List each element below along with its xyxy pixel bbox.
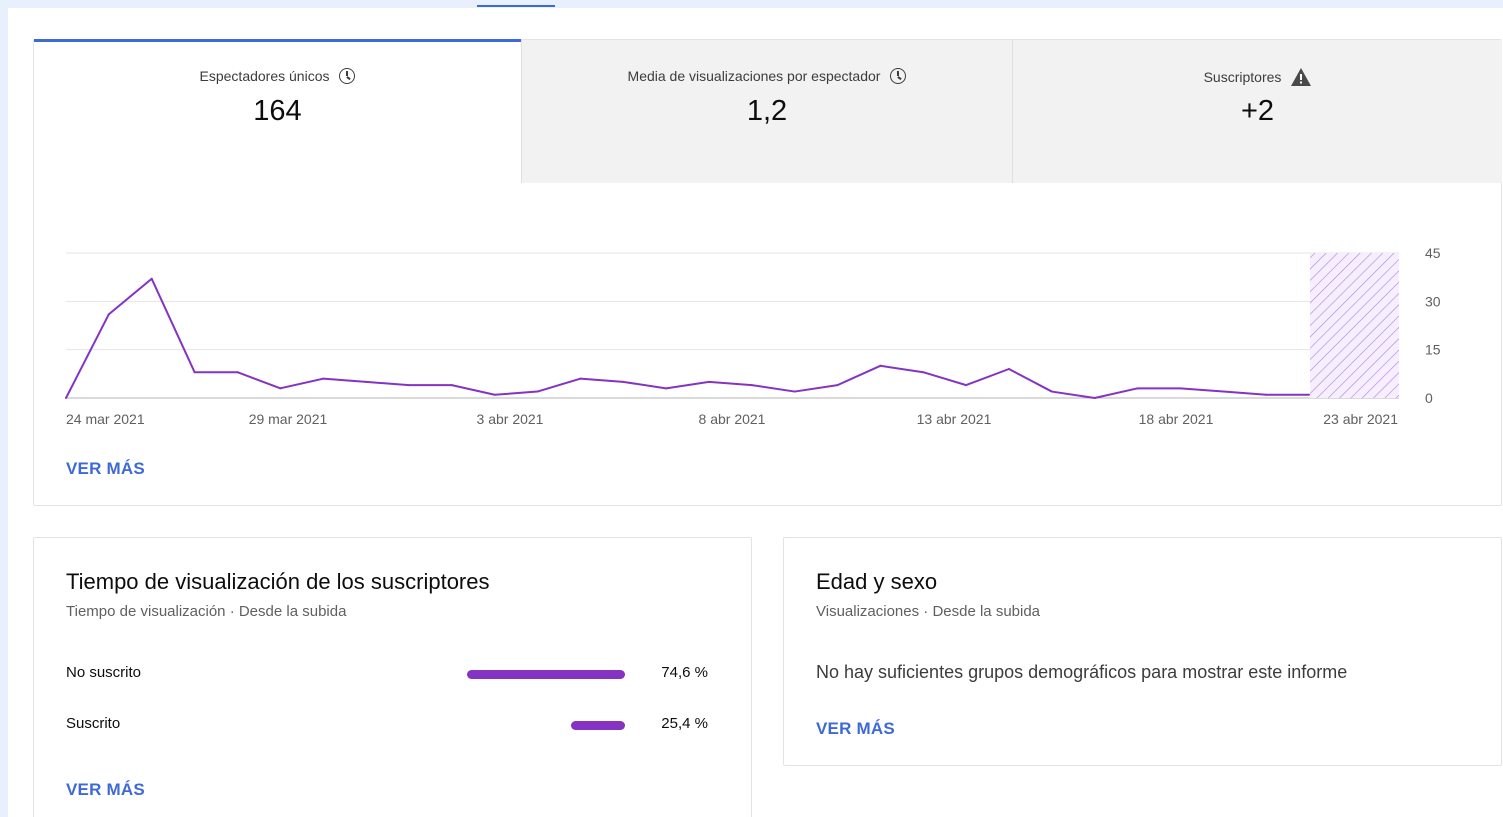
- data-point: [1222, 390, 1225, 393]
- bar-subscribed: [571, 721, 625, 730]
- see-more-link[interactable]: VER MÁS: [816, 719, 895, 739]
- data-point: [1308, 393, 1310, 396]
- data-point: [536, 390, 539, 393]
- data-point: [279, 387, 282, 390]
- card-title: Tiempo de visualización de los suscripto…: [66, 569, 490, 594]
- x-tick-label: 8 abr 2021: [699, 411, 766, 427]
- x-tick-label: 29 mar 2021: [249, 411, 328, 427]
- data-point: [365, 380, 368, 383]
- data-point: [793, 390, 796, 393]
- data-point: [1265, 393, 1268, 396]
- data-point: [622, 380, 625, 383]
- data-point: [65, 397, 67, 399]
- card-subtitle: Visualizaciones · Desde la subida: [816, 603, 1041, 620]
- data-point: [193, 371, 196, 374]
- see-more-link[interactable]: VER MÁS: [66, 459, 145, 479]
- metrics-chart-card: Espectadores únicos 164 Media de visuali…: [33, 39, 1502, 506]
- data-point: [707, 380, 710, 383]
- data-point: [236, 371, 239, 374]
- card-title: Edad y sexo: [816, 569, 938, 594]
- card-subtitle: Tiempo de visualización · Desde la subid…: [66, 603, 347, 620]
- top-tab-indicator: [477, 5, 555, 7]
- series-line: [65, 277, 1309, 399]
- data-point: [450, 384, 453, 387]
- x-tick-label: 13 abr 2021: [917, 411, 992, 427]
- data-point: [1093, 397, 1096, 399]
- data-point: [407, 384, 410, 387]
- data-point: [836, 384, 839, 387]
- x-tick-label: 18 abr 2021: [1139, 411, 1214, 427]
- data-point: [750, 384, 753, 387]
- no-data-message: No hay suficientes grupos demográficos p…: [816, 662, 1348, 682]
- data-point: [322, 377, 325, 380]
- see-more-link[interactable]: VER MÁS: [66, 780, 145, 800]
- x-tick-label: 23 abr 2021: [1323, 411, 1398, 427]
- x-tick-label: 24 mar 2021: [66, 411, 145, 427]
- data-point: [150, 277, 153, 280]
- data-point: [493, 393, 496, 396]
- data-point: [879, 364, 882, 367]
- bar-not-subscribed: [466, 670, 625, 679]
- y-tick-label: 0: [1425, 390, 1433, 406]
- data-point: [579, 377, 582, 380]
- data-point: [922, 371, 925, 374]
- pending-period-area: [1310, 253, 1399, 398]
- age-gender-card: Edad y sexo Visualizaciones · Desde la s…: [783, 537, 1502, 766]
- subscriber-watch-time-card: Tiempo de visualización de los suscripto…: [33, 537, 752, 817]
- x-tick-label: 3 abr 2021: [477, 411, 544, 427]
- line-chart: 0 15 30 45 24 mar 2021 29 mar 2021 3 abr 2021…: [65, 245, 1441, 427]
- y-tick-label: 15: [1425, 342, 1441, 358]
- row-label-not-subscribed: No suscrito: [66, 664, 142, 681]
- row-label-subscribed: Suscrito: [66, 715, 121, 732]
- data-point: [1050, 390, 1053, 393]
- data-point: [1179, 387, 1182, 390]
- row-pct-subscribed: 25,4 %: [661, 715, 708, 732]
- y-tick-label: 45: [1425, 245, 1441, 261]
- y-tick-label: 30: [1425, 293, 1441, 309]
- data-point: [107, 313, 110, 316]
- row-pct-not-subscribed: 74,6 %: [661, 664, 708, 681]
- data-point: [965, 384, 968, 387]
- data-point: [1136, 387, 1139, 390]
- data-point: [1007, 368, 1010, 370]
- data-point: [665, 387, 668, 390]
